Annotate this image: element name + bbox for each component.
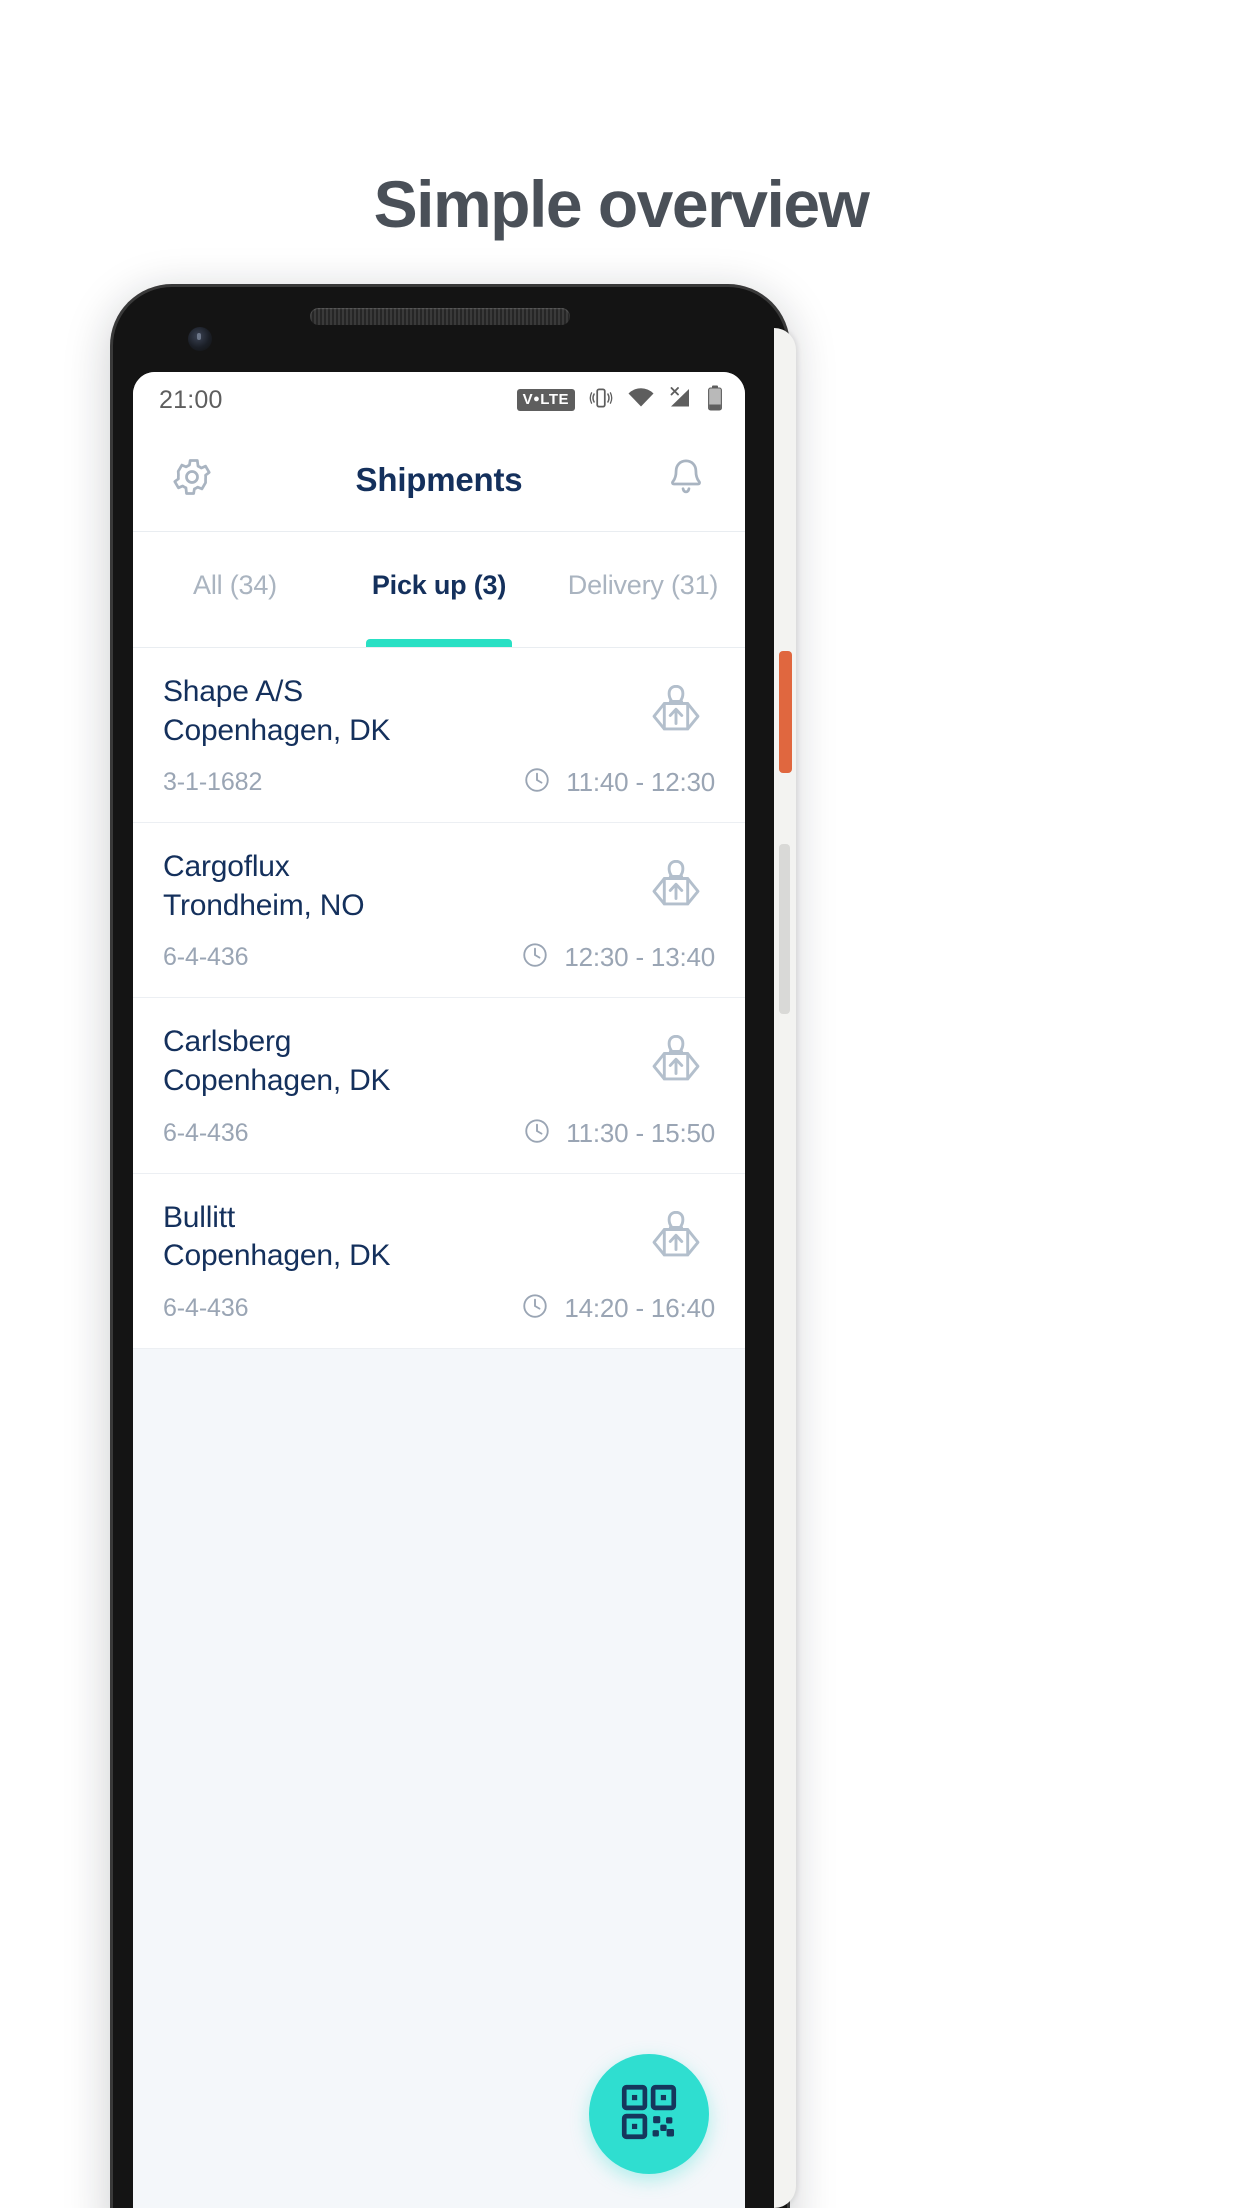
shipment-list-item[interactable]: Cargoflux Trondheim, NO 6-4-436 12:30 - … (133, 823, 745, 999)
tab-all-label: All (34) (193, 570, 277, 600)
shipment-list-item[interactable]: Carlsberg Copenhagen, DK 6-4-436 11:30 -… (133, 998, 745, 1174)
earpiece-speaker (310, 308, 570, 325)
app-bar: Shipments (133, 428, 745, 532)
power-button[interactable] (779, 651, 792, 773)
qr-code-scan-icon (616, 2079, 682, 2150)
shipment-list-item[interactable]: Shape A/S Copenhagen, DK 3-1-1682 11:40 … (133, 648, 745, 824)
status-bar: 21:00 V●LTE (133, 372, 745, 428)
shipment-reference: 6-4-436 (163, 1118, 249, 1147)
shipment-reference: 6-4-436 (163, 943, 249, 972)
shipment-tabs: All (34) Pick up (3) Delivery (31) (133, 532, 745, 648)
shipment-time-window: 12:30 - 13:40 (520, 940, 715, 975)
shipment-time-text: 14:20 - 16:40 (564, 1292, 715, 1323)
pickup-person-box-icon (643, 676, 709, 747)
shipment-time-window: 14:20 - 16:40 (520, 1291, 715, 1326)
signal-no-service-icon (668, 386, 694, 415)
shipment-company: Shape A/S (163, 675, 303, 708)
bell-icon (664, 455, 708, 504)
active-tab-indicator (365, 639, 513, 647)
shipment-header-row: Bullitt Copenhagen, DK (163, 1200, 715, 1275)
content-area: Shape A/S Copenhagen, DK 3-1-1682 11:40 … (133, 648, 745, 2208)
pickup-person-box-icon (643, 851, 709, 922)
shipment-meta-row: 6-4-436 12:30 - 13:40 (163, 940, 715, 975)
shipment-time-window: 11:40 - 12:30 (522, 765, 715, 800)
shipment-names: Bullitt Copenhagen, DK (163, 1200, 391, 1275)
tab-all[interactable]: All (34) (133, 532, 337, 647)
notifications-button[interactable] (659, 453, 713, 507)
shipment-company: Carlsberg (163, 1025, 292, 1059)
clock-icon (520, 940, 550, 975)
shipment-header-row: Carlsberg Copenhagen, DK (163, 1024, 715, 1099)
shipment-company: Bullitt (163, 1200, 235, 1234)
status-bar-icons: V●LTE (516, 385, 723, 416)
shipment-header-row: Cargoflux Trondheim, NO (163, 849, 715, 924)
settings-button[interactable] (165, 453, 219, 507)
wifi-icon (627, 386, 655, 415)
battery-icon (707, 385, 723, 416)
clock-icon (522, 765, 552, 800)
volume-button[interactable] (779, 844, 790, 1014)
shipment-reference: 6-4-436 (163, 1293, 249, 1322)
tab-pickup-label: Pick up (3) (371, 570, 507, 600)
phone-right-shell (774, 328, 796, 2208)
page-headline: Simple overview (373, 167, 870, 241)
shipment-city: Copenhagen, DK (163, 1063, 391, 1097)
phone-device-mockup: 21:00 V●LTE Shipments All (34) Pick up (… (110, 284, 796, 2208)
pickup-person-box-icon (643, 1202, 709, 1273)
pickup-person-box-icon (643, 1026, 709, 1097)
screenshot-canvas: Simple overview 21:00 V●LTE Shipments Al… (0, 0, 1242, 2208)
clock-icon (522, 1116, 552, 1151)
shipment-time-text: 11:40 - 12:30 (566, 767, 715, 798)
shipment-names: Carlsberg Copenhagen, DK (163, 1024, 391, 1099)
shipment-reference: 3-1-1682 (163, 768, 263, 797)
shipment-city: Trondheim, NO (163, 888, 365, 922)
shipment-names: Shape A/S Copenhagen, DK (163, 674, 391, 749)
phone-screen: 21:00 V●LTE Shipments All (34) Pick up (… (133, 372, 745, 2208)
shipment-time-text: 12:30 - 13:40 (564, 942, 715, 973)
page-title: Shipments (355, 460, 523, 498)
shipment-meta-row: 3-1-1682 11:40 - 12:30 (163, 765, 715, 800)
shipment-time-text: 11:30 - 15:50 (566, 1117, 715, 1148)
shipment-city: Copenhagen, DK (163, 713, 391, 747)
shipment-meta-row: 6-4-436 11:30 - 15:50 (163, 1116, 715, 1151)
tab-delivery-label: Delivery (31) (567, 570, 719, 600)
vibrate-icon (588, 385, 614, 416)
shipment-city: Copenhagen, DK (163, 1239, 391, 1273)
status-bar-clock: 21:00 (159, 385, 223, 414)
shipment-list-item[interactable]: Bullitt Copenhagen, DK 6-4-436 14:20 - 1… (133, 1173, 745, 1349)
shipment-time-window: 11:30 - 15:50 (522, 1116, 715, 1151)
clock-icon (520, 1291, 550, 1326)
shipment-header-row: Shape A/S Copenhagen, DK (163, 674, 715, 749)
gear-icon (170, 455, 214, 504)
scan-qr-fab[interactable] (589, 2054, 709, 2174)
tab-pickup[interactable]: Pick up (3) (337, 532, 541, 647)
volte-badge: V●LTE (516, 389, 575, 411)
tab-delivery[interactable]: Delivery (31) (541, 532, 745, 647)
shipment-meta-row: 6-4-436 14:20 - 16:40 (163, 1291, 715, 1326)
shipment-list: Shape A/S Copenhagen, DK 3-1-1682 11:40 … (133, 648, 745, 1349)
front-camera-lens (188, 327, 212, 351)
shipment-company: Cargoflux (163, 850, 290, 884)
shipment-names: Cargoflux Trondheim, NO (163, 849, 365, 924)
